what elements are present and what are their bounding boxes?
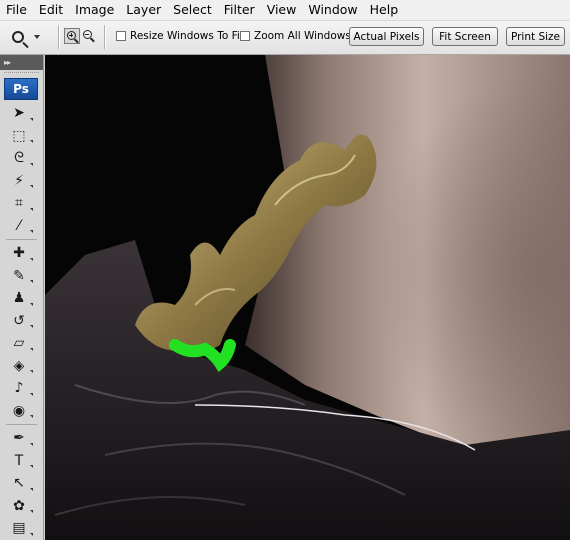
checkbox-box[interactable]: [240, 31, 250, 41]
brush-tool[interactable]: ✎: [0, 265, 43, 288]
flyout-indicator: [30, 465, 33, 468]
menu-image[interactable]: Image: [69, 0, 120, 20]
zoom-all-windows-label: Zoom All Windows: [254, 30, 351, 42]
brush-icon: ✎: [13, 267, 25, 284]
eyedropper-icon: ⁄: [17, 217, 21, 234]
flyout-indicator: [30, 280, 33, 283]
eraser-icon: ▱: [13, 335, 25, 352]
history-brush-tool[interactable]: ↺: [0, 310, 43, 333]
magic-wand-tool[interactable]: ⚡: [0, 170, 43, 193]
sponge-icon: ◉: [12, 402, 26, 419]
photoshop-logo[interactable]: Ps: [4, 78, 38, 100]
custom-shape-tool[interactable]: ✿: [0, 495, 43, 518]
lasso-tool[interactable]: ᘓ: [0, 147, 43, 170]
healing-brush-tool[interactable]: ✚: [0, 242, 43, 265]
flyout-indicator: [30, 162, 33, 166]
menu-select[interactable]: Select: [167, 0, 218, 20]
menu-filter[interactable]: Filter: [218, 0, 261, 20]
flyout-indicator: [30, 442, 33, 446]
zoom-in-icon: [67, 31, 76, 40]
tools-panel: ▸▸ Ps ➤ ⬚ ᘓ ⚡ ⌗ ⁄ ✚ ✎ ♟ ↺ ▱ ◈ ♪ ◉ ✒ T ↖ ✿ ▤: [0, 55, 44, 540]
pen-tool[interactable]: ✒: [0, 427, 43, 450]
eraser-tool[interactable]: ▱: [0, 332, 43, 355]
chevron-down-icon: [34, 35, 40, 39]
magic-wand-icon: ⚡: [14, 172, 24, 189]
path-selection-tool[interactable]: ↖: [0, 472, 43, 495]
flyout-indicator: [30, 487, 33, 491]
menu-file[interactable]: File: [0, 0, 33, 20]
flyout-indicator: [30, 510, 33, 513]
zoom-out-button[interactable]: [81, 28, 97, 44]
clone-stamp-icon: ♟: [12, 290, 26, 307]
options-bar: Resize Windows To Fit Zoom All Windows A…: [0, 21, 570, 55]
notes-tool[interactable]: ▤: [0, 517, 43, 540]
zoom-out-icon: [83, 30, 92, 39]
menu-edit[interactable]: Edit: [33, 0, 69, 20]
menu-help[interactable]: Help: [364, 0, 405, 20]
clone-stamp-tool[interactable]: ♟: [0, 287, 43, 310]
toolbar-divider: [58, 25, 60, 49]
zoom-icon: [12, 31, 24, 43]
dodge-icon: ♪: [14, 380, 24, 397]
marquee-icon: ⬚: [12, 127, 26, 144]
history-brush-icon: ↺: [13, 312, 25, 329]
flyout-indicator: [30, 325, 33, 328]
tool-divider: [6, 424, 37, 425]
checkbox-box[interactable]: [116, 31, 126, 41]
zoom-all-windows-checkbox[interactable]: Zoom All Windows: [240, 30, 351, 42]
menu-bar: File Edit Image Layer Select Filter View…: [0, 0, 570, 21]
flyout-indicator: [30, 392, 33, 396]
document-canvas[interactable]: [45, 55, 570, 540]
type-tool[interactable]: T: [0, 450, 43, 473]
lasso-icon: ᘓ: [14, 150, 24, 167]
move-tool[interactable]: ➤: [0, 102, 43, 125]
flyout-indicator: [30, 207, 33, 211]
zoom-in-button[interactable]: [64, 28, 80, 44]
move-icon: ➤: [13, 105, 25, 122]
resize-windows-label: Resize Windows To Fit: [130, 30, 244, 42]
custom-shape-icon: ✿: [13, 497, 25, 514]
flyout-indicator: [30, 117, 33, 121]
crop-icon: ⌗: [15, 195, 23, 212]
flyout-indicator: [30, 140, 33, 143]
fit-screen-button[interactable]: Fit Screen: [432, 27, 498, 46]
artwork-image: [45, 55, 570, 540]
collapse-icon[interactable]: ▸▸: [4, 58, 11, 67]
menu-layer[interactable]: Layer: [120, 0, 167, 20]
notes-icon: ▤: [12, 520, 26, 537]
menu-view[interactable]: View: [261, 0, 303, 20]
flyout-indicator: [30, 257, 33, 261]
crop-tool[interactable]: ⌗: [0, 192, 43, 215]
flyout-indicator: [30, 370, 33, 373]
paint-bucket-icon: ◈: [13, 357, 25, 374]
healing-brush-icon: ✚: [13, 245, 25, 262]
resize-windows-checkbox[interactable]: Resize Windows To Fit: [116, 30, 244, 42]
flyout-indicator: [30, 302, 33, 306]
tool-list: ➤ ⬚ ᘓ ⚡ ⌗ ⁄ ✚ ✎ ♟ ↺ ▱ ◈ ♪ ◉ ✒ T ↖ ✿ ▤: [0, 102, 43, 540]
flyout-indicator: [30, 347, 33, 351]
type-icon: T: [14, 452, 24, 469]
tool-preset-picker[interactable]: [12, 27, 50, 47]
toolbar-divider: [104, 25, 106, 49]
dodge-tool[interactable]: ♪: [0, 377, 43, 400]
flyout-indicator: [30, 415, 33, 418]
flyout-indicator: [30, 230, 33, 233]
tools-panel-header[interactable]: ▸▸: [0, 55, 43, 70]
menu-window[interactable]: Window: [302, 0, 363, 20]
print-size-button[interactable]: Print Size: [506, 27, 565, 46]
marquee-tool[interactable]: ⬚: [0, 125, 43, 148]
eyedropper-tool[interactable]: ⁄: [0, 215, 43, 238]
panel-grip[interactable]: [4, 72, 39, 76]
sponge-tool[interactable]: ◉: [0, 400, 43, 423]
flyout-indicator: [30, 185, 33, 188]
flyout-indicator: [30, 532, 33, 536]
actual-pixels-button[interactable]: Actual Pixels: [349, 27, 424, 46]
paint-bucket-tool[interactable]: ◈: [0, 355, 43, 378]
pen-icon: ✒: [13, 430, 25, 447]
tool-divider: [6, 239, 37, 240]
path-selection-icon: ↖: [13, 475, 25, 492]
